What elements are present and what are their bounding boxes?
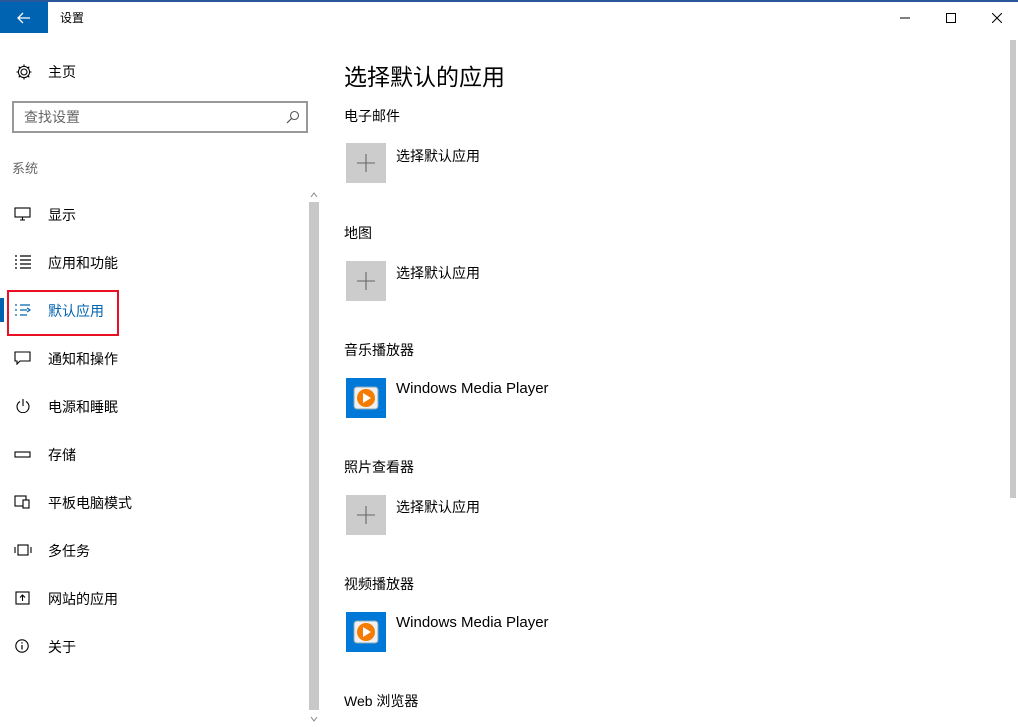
search-input[interactable]: [24, 108, 274, 126]
monitor-icon: [14, 207, 31, 221]
gear-icon: [16, 64, 32, 80]
tablet-mode-icon: [14, 495, 30, 509]
sidebar-item-label: 显示: [48, 207, 76, 223]
email-app-name[interactable]: 选择默认应用: [396, 146, 480, 166]
close-icon: [992, 12, 1002, 23]
page-title: 选择默认的应用: [344, 64, 505, 90]
minimize-icon: [900, 17, 910, 18]
back-arrow-icon: [17, 12, 30, 23]
plus-icon: [357, 154, 375, 172]
section-label: 系统: [12, 161, 39, 176]
windows-media-player-icon: [353, 386, 379, 410]
home-label: 主页: [48, 64, 76, 80]
windows-media-player-icon: [353, 620, 379, 644]
storage-icon: [14, 451, 31, 458]
maps-app-tile[interactable]: [346, 261, 386, 301]
category-label-video-player: 视频播放器: [344, 576, 414, 592]
power-icon: [16, 399, 30, 413]
minimize-button[interactable]: [882, 2, 928, 33]
info-icon: [15, 639, 29, 653]
video-app-tile[interactable]: [346, 612, 386, 652]
sidebar-item-apps-features[interactable]: 应用和功能: [0, 242, 305, 282]
music-app-tile[interactable]: [346, 378, 386, 418]
sidebar-item-label: 通知和操作: [48, 351, 118, 367]
sidebar-item-storage[interactable]: 存储: [0, 434, 305, 474]
sidebar-item-display[interactable]: 显示: [0, 194, 305, 234]
sidebar-item-label: 多任务: [48, 543, 90, 559]
category-label-maps: 地图: [344, 225, 372, 241]
search-icon: [286, 110, 300, 124]
sidebar-item-web-apps[interactable]: 网站的应用: [0, 578, 305, 618]
sidebar-item-tablet-mode[interactable]: 平板电脑模式: [0, 482, 305, 522]
notification-icon: [14, 351, 31, 365]
maps-app-name[interactable]: 选择默认应用: [396, 263, 480, 283]
sidebar-item-label: 电源和睡眠: [48, 399, 118, 415]
sidebar-item-label: 应用和功能: [48, 255, 118, 271]
sidebar-scrollbar[interactable]: [309, 202, 319, 710]
multitasking-icon: [14, 544, 32, 556]
photo-app-name[interactable]: 选择默认应用: [396, 497, 480, 517]
sidebar-item-label: 网站的应用: [48, 591, 118, 607]
sidebar-item-label: 存储: [48, 447, 76, 463]
scroll-up-arrow-icon[interactable]: [309, 190, 319, 200]
plus-icon: [357, 506, 375, 524]
music-app-name[interactable]: Windows Media Player: [396, 380, 549, 397]
window-title: 设置: [60, 11, 85, 25]
title-bar: 设置: [0, 2, 1018, 33]
maximize-icon: [946, 12, 956, 23]
search-box[interactable]: [12, 101, 308, 133]
sidebar-home[interactable]: 主页: [0, 56, 320, 88]
scroll-down-arrow-icon[interactable]: [309, 714, 319, 724]
sidebar-item-notifications[interactable]: 通知和操作: [0, 338, 305, 378]
sidebar-item-power[interactable]: 电源和睡眠: [0, 386, 305, 426]
apps-list-icon: [15, 255, 31, 269]
main-scrollbar[interactable]: [1010, 40, 1016, 498]
sidebar-item-label: 关于: [48, 639, 76, 655]
maximize-button[interactable]: [928, 2, 974, 33]
video-app-name[interactable]: Windows Media Player: [396, 614, 549, 631]
sidebar-item-multitasking[interactable]: 多任务: [0, 530, 305, 570]
sidebar-item-about[interactable]: 关于: [0, 626, 305, 666]
web-apps-icon: [15, 591, 30, 605]
plus-icon: [357, 272, 375, 290]
category-label-photo-viewer: 照片查看器: [344, 459, 414, 475]
photo-app-tile[interactable]: [346, 495, 386, 535]
highlight-box: [7, 290, 119, 336]
category-label-email: 电子邮件: [344, 108, 400, 124]
close-button[interactable]: [974, 2, 1018, 33]
email-app-tile[interactable]: [346, 143, 386, 183]
category-label-web-browser: Web 浏览器: [344, 693, 419, 709]
category-label-music-player: 音乐播放器: [344, 342, 414, 358]
back-button[interactable]: [0, 2, 48, 33]
sidebar-item-label: 平板电脑模式: [48, 495, 132, 511]
